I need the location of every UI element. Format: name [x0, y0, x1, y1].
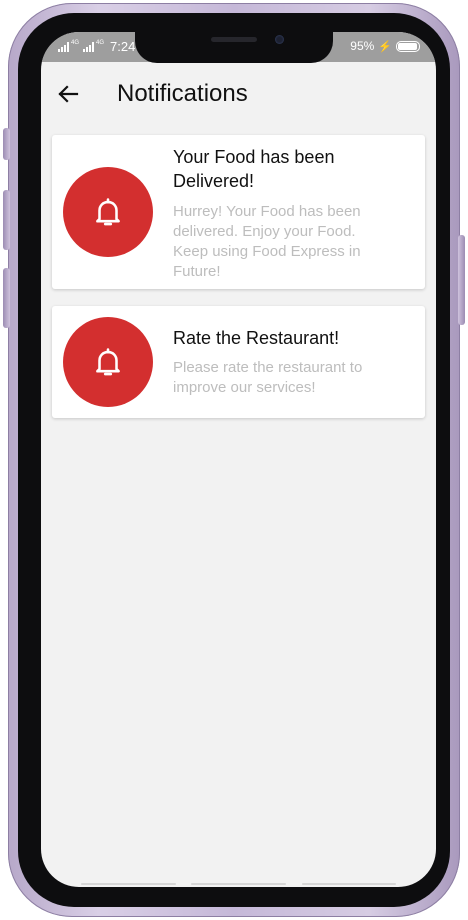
notification-avatar	[63, 317, 153, 407]
earpiece-speaker	[211, 37, 257, 42]
signal-icon-2	[83, 41, 95, 52]
notification-avatar	[63, 167, 153, 257]
arrow-left-icon	[58, 85, 79, 103]
home-indicator	[81, 883, 396, 886]
bell-icon	[96, 198, 120, 226]
notification-content: Your Food has been Delivered! Hurrey! Yo…	[173, 145, 391, 282]
battery-percent: 95%	[350, 39, 375, 53]
app-bar: Notifications	[41, 62, 436, 128]
back-button[interactable]	[53, 79, 83, 109]
power-button	[458, 235, 465, 325]
notification-content: Rate the Restaurant! Please rate the res…	[173, 326, 391, 398]
notification-card[interactable]: Rate the Restaurant! Please rate the res…	[52, 306, 425, 418]
status-time: 7:24	[110, 39, 136, 54]
battery-icon	[396, 40, 420, 52]
charging-icon: ⚡	[378, 40, 392, 53]
page-title: Notifications	[117, 80, 248, 107]
notification-title: Your Food has been Delivered!	[173, 147, 335, 191]
notch	[135, 25, 333, 63]
mute-switch	[3, 128, 10, 160]
notification-card[interactable]: Your Food has been Delivered! Hurrey! Yo…	[52, 135, 425, 289]
volume-up-button	[3, 190, 10, 250]
network-type-1: 4G	[71, 39, 80, 46]
network-type-2: 4G	[96, 39, 105, 46]
status-right: 95% ⚡	[350, 39, 420, 53]
signal-icon	[58, 41, 69, 52]
notification-body: Please rate the restaurant to improve ou…	[173, 359, 363, 396]
notification-title: Rate the Restaurant!	[173, 328, 340, 348]
bell-icon	[96, 348, 120, 376]
front-camera	[275, 35, 284, 44]
notification-body: Hurrey! Your Food has been delivered. En…	[173, 203, 361, 280]
status-left: 4G 4G 7:24	[58, 39, 135, 54]
volume-down-button	[3, 268, 10, 328]
app-screen: 4G 4G 7:24 95% ⚡ Notifications Your Food…	[41, 32, 436, 887]
